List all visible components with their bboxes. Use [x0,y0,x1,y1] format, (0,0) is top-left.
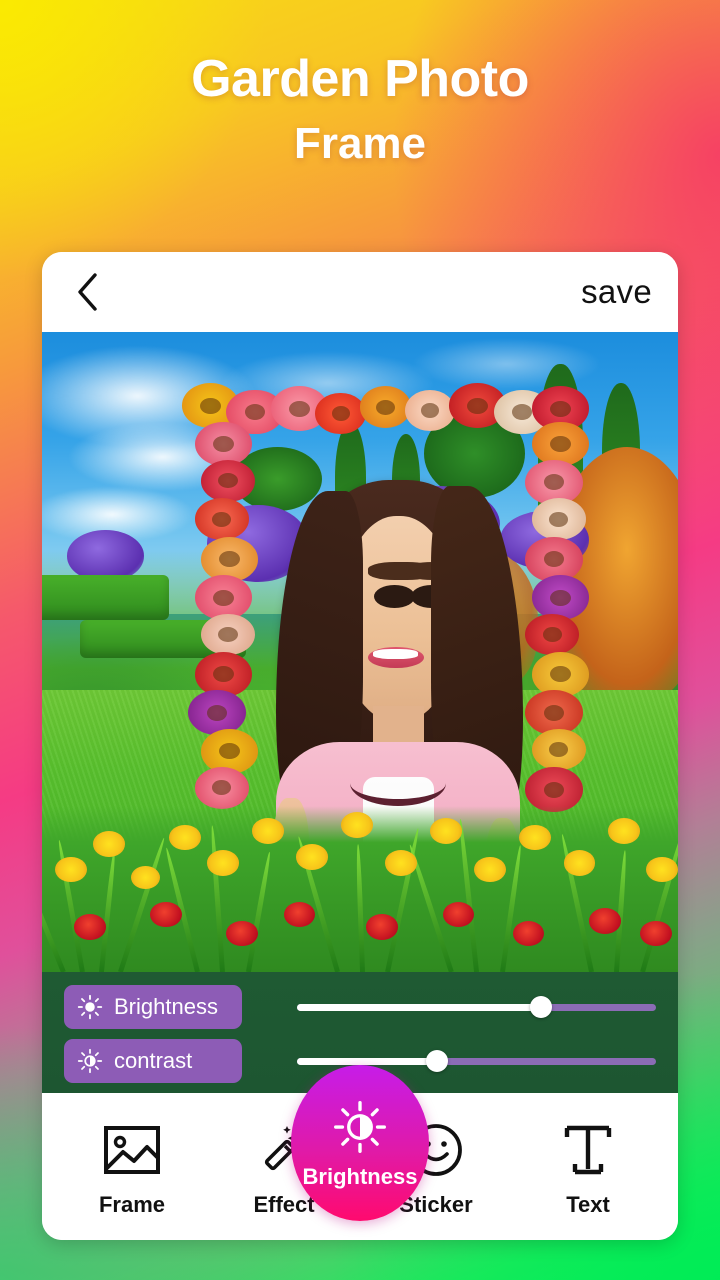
brightness-slider-fill [297,1003,542,1011]
daffodil [385,850,418,876]
contrast-slider-thumb[interactable] [426,1050,448,1072]
red-flower [588,908,621,934]
toolbar-label-brightness: Brightness [302,1164,418,1189]
toolbar-label-text: Text [566,1192,610,1217]
toolbar-item-brightness[interactable]: Brightness [291,1065,429,1221]
promo-title-line1: Garden Photo [191,50,529,108]
daffodil [519,824,551,851]
cloud [220,351,437,416]
back-chevron-icon [78,273,97,311]
brightness-control-row: Brightness [64,985,656,1029]
red-flower [639,920,672,947]
daffodil [92,831,125,857]
bottom-toolbar: Frame Effect Brightness Sticker Text [42,1065,678,1240]
brightness-sun-icon [333,1096,387,1158]
toolbar-label-effect: Effect [253,1192,315,1217]
brightness-label-button[interactable]: Brightness [64,985,242,1029]
purple-flower-bush [67,530,144,582]
contrast-slider-track[interactable] [297,1050,656,1072]
daffodil [131,865,160,889]
contrast-label-button[interactable]: contrast [64,1039,242,1083]
promo-title: Garden Photo Frame [0,52,720,167]
text-t-icon [563,1119,613,1181]
teeth [372,649,419,659]
back-button[interactable] [66,270,110,314]
save-button[interactable]: save [581,273,652,311]
red-flower [73,914,106,940]
app-screen-card: save Brightness contrast Frame Effect Br… [42,252,678,1240]
daffodil [54,856,87,883]
brightness-slider-thumb[interactable] [530,996,553,1018]
cloud [67,421,259,492]
brightness-label: Brightness [114,994,218,1019]
toolbar-item-text[interactable]: Text [532,1119,644,1218]
toolbar-label-frame: Frame [98,1192,166,1217]
daffodil [608,818,640,844]
daffodil [296,844,329,870]
daffodil [207,850,240,876]
contrast-label: contrast [114,1048,193,1073]
red-flower [150,901,182,928]
contrast-slider-fill [297,1057,437,1065]
photo-canvas[interactable] [42,332,678,972]
toolbar-item-frame[interactable]: Frame [76,1119,188,1218]
app-bar: save [42,252,678,332]
promo-title-line2: Frame [293,118,427,168]
daffodil [429,818,462,844]
daffodil [340,812,373,838]
sun-icon [77,994,103,1020]
hedge [80,620,246,659]
hedge [42,575,170,620]
daffodil [563,850,596,876]
brightness-slider-track[interactable] [297,996,656,1018]
red-flower [366,914,399,940]
brightness-slider[interactable] [297,985,656,1029]
necklace [349,760,447,806]
image-icon [103,1119,161,1181]
contrast-sun-icon [77,1048,103,1074]
daffodil [251,818,284,844]
